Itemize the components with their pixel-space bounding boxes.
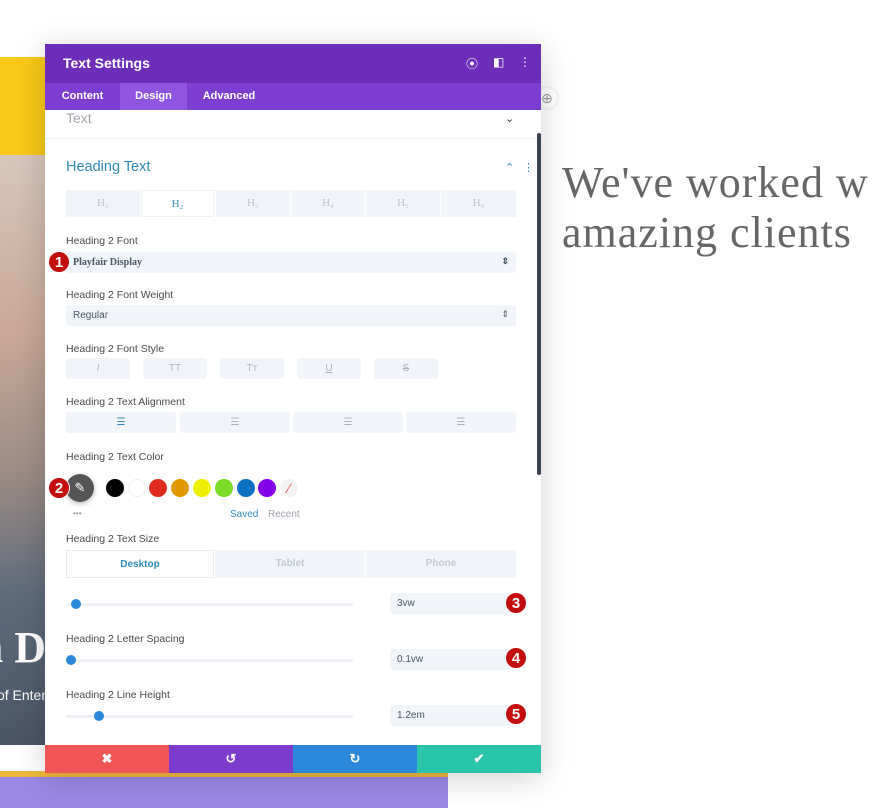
text-color-label: Heading 2 Text Color xyxy=(66,451,164,463)
panel-title: Text Settings xyxy=(63,55,150,71)
color-swatch-blue[interactable] xyxy=(237,479,255,497)
line-height-input[interactable]: 1.2em xyxy=(390,705,510,726)
line-height-slider[interactable] xyxy=(66,711,353,721)
slider-handle[interactable] xyxy=(94,711,104,721)
step-badge: 1 xyxy=(48,251,70,273)
slider-handle[interactable] xyxy=(71,599,81,609)
step-badge: 4 xyxy=(505,647,527,669)
heading-line: We've worked w xyxy=(562,158,869,207)
color-swatch-yellow[interactable] xyxy=(193,479,211,497)
redo-button[interactable]: ↻ xyxy=(293,745,417,773)
color-swatch-white[interactable] xyxy=(128,479,146,497)
undo-button[interactable]: ↺ xyxy=(169,745,293,773)
font-weight-value: Regular xyxy=(73,310,109,321)
text-size-label: Heading 2 Text Size xyxy=(66,533,160,545)
more-vertical-icon[interactable]: ⋮ xyxy=(519,55,531,69)
color-swatch-red[interactable] xyxy=(149,479,167,497)
uppercase-button[interactable]: TT xyxy=(143,358,207,379)
font-label: Heading 2 Font xyxy=(66,235,138,247)
heading-tab-h5[interactable]: H₅ xyxy=(366,190,440,217)
align-center-icon[interactable]: ☰ xyxy=(180,412,290,433)
underline-button[interactable]: U xyxy=(297,358,361,379)
align-right-icon[interactable]: ☰ xyxy=(293,412,403,433)
chevron-down-icon[interactable]: ⌄ xyxy=(505,112,514,125)
heading-tab-h6[interactable]: H₆ xyxy=(441,190,516,217)
strikethrough-button[interactable]: S xyxy=(374,358,438,379)
more-vertical-icon[interactable]: ⋮ xyxy=(523,161,534,174)
heading-tab-h1[interactable]: H₁ xyxy=(66,190,140,217)
slider-handle[interactable] xyxy=(66,655,76,665)
capitalize-button[interactable]: Tт xyxy=(220,358,284,379)
italic-button[interactable]: I xyxy=(66,358,130,379)
cancel-button[interactable]: ✖ xyxy=(45,745,169,773)
tab-content[interactable]: Content xyxy=(45,83,120,110)
text-settings-panel: Text Settings ⦿ ◧ ⋮ Content Design Advan… xyxy=(45,44,541,773)
font-select[interactable]: Playfair Display ⇕ xyxy=(66,252,516,273)
letter-spacing-input[interactable]: 0.1vw xyxy=(390,649,510,670)
heading-tab-h2[interactable]: H₂ xyxy=(141,190,214,217)
divider xyxy=(45,138,537,139)
heading-tab-h4[interactable]: H₄ xyxy=(291,190,365,217)
panel-header: Text Settings ⦿ ◧ ⋮ xyxy=(45,44,541,83)
text-size-slider[interactable] xyxy=(66,599,353,609)
tab-design[interactable]: Design xyxy=(120,83,187,110)
select-arrows-icon: ⇕ xyxy=(501,256,509,266)
device-tab-phone[interactable]: Phone xyxy=(366,550,516,578)
color-swatch-black[interactable] xyxy=(106,479,124,497)
select-arrows-icon: ⇕ xyxy=(501,309,509,319)
step-badge: 3 xyxy=(505,592,527,614)
text-section-toggle[interactable]: Text xyxy=(66,110,92,126)
saved-colors-tab[interactable]: Saved xyxy=(230,509,258,520)
background-yellow-block xyxy=(0,57,46,155)
align-left-icon[interactable]: ☰ xyxy=(66,412,176,433)
text-size-input[interactable]: 3vw xyxy=(390,593,510,614)
letter-spacing-slider[interactable] xyxy=(66,655,353,665)
no-color-icon[interactable]: ⁄ xyxy=(280,479,298,497)
sidebar-toggle-icon[interactable]: ◧ xyxy=(493,55,504,69)
hero-subtext: of Enter xyxy=(0,687,46,703)
background-purple-block xyxy=(0,777,448,808)
focus-icon[interactable]: ⦿ xyxy=(466,55,478,72)
line-height-label: Heading 2 Line Height xyxy=(66,689,170,701)
font-weight-label: Heading 2 Font Weight xyxy=(66,289,174,301)
color-swatch-orange[interactable] xyxy=(171,479,189,497)
step-badge: 2 xyxy=(48,477,70,499)
color-picker-eyedropper-icon[interactable]: ✎ xyxy=(66,474,94,502)
font-style-label: Heading 2 Font Style xyxy=(66,343,165,355)
color-swatch-green[interactable] xyxy=(215,479,233,497)
font-value: Playfair Display xyxy=(73,257,142,268)
device-tab-tablet[interactable]: Tablet xyxy=(215,550,365,578)
scrollbar[interactable] xyxy=(537,133,541,475)
step-badge: 5 xyxy=(505,703,527,725)
save-button[interactable]: ✔ xyxy=(417,745,541,773)
heading-line: amazing clients xyxy=(562,208,852,257)
more-colors-button[interactable]: ••• xyxy=(73,509,81,518)
panel-tabs: Content Design Advanced xyxy=(45,83,541,110)
hero-heading: n D xyxy=(0,623,46,672)
tab-advanced[interactable]: Advanced xyxy=(187,83,271,110)
color-swatch-purple[interactable] xyxy=(258,479,276,497)
page-heading: We've worked w amazing clients xyxy=(562,158,869,258)
heading-tab-h3[interactable]: H₃ xyxy=(216,190,290,217)
chevron-up-icon[interactable]: ⌃ xyxy=(505,161,514,174)
section-title[interactable]: Heading Text xyxy=(66,159,150,175)
font-weight-select[interactable]: Regular ⇕ xyxy=(66,305,516,326)
device-tab-desktop[interactable]: Desktop xyxy=(66,550,214,578)
align-justify-icon[interactable]: ☰ xyxy=(406,412,516,433)
recent-colors-tab[interactable]: Recent xyxy=(268,509,300,520)
alignment-label: Heading 2 Text Alignment xyxy=(66,396,185,408)
letter-spacing-label: Heading 2 Letter Spacing xyxy=(66,633,185,645)
